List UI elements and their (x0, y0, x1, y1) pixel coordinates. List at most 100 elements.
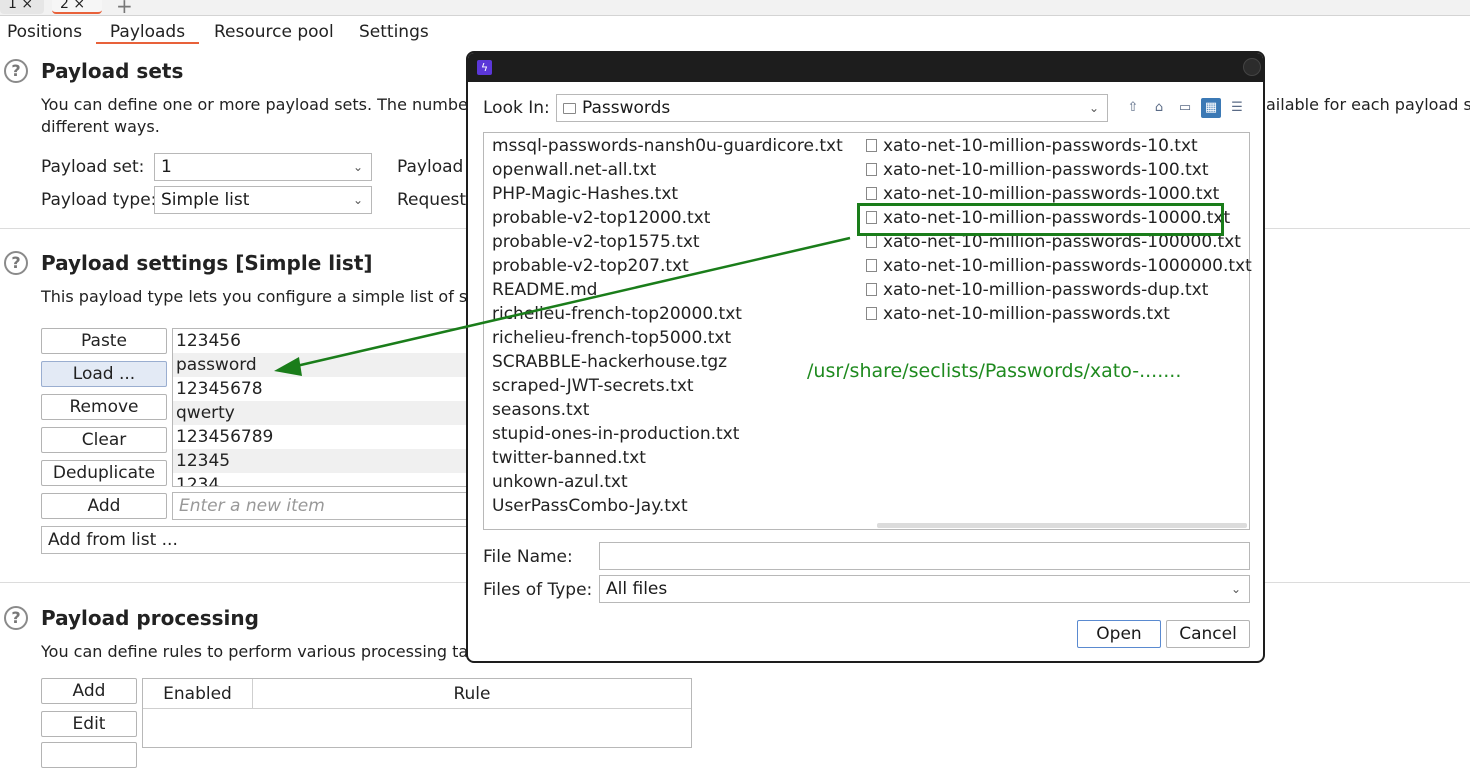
list-item[interactable]: stupid-ones-in-production.txt (492, 422, 843, 446)
payload-settings-desc: This payload type lets you configure a s… (41, 287, 481, 306)
remove-button[interactable]: Remove (41, 394, 167, 420)
request-count-label: Request (397, 190, 467, 210)
list-item[interactable]: qwerty (173, 401, 471, 425)
payload-set-select[interactable]: 1 ⌄ (154, 153, 372, 181)
new-item-input[interactable]: Enter a new item (172, 492, 472, 520)
home-icon[interactable]: ⌂ (1149, 98, 1169, 118)
cancel-button[interactable]: Cancel (1166, 620, 1250, 648)
payload-processing-title: Payload processing (41, 606, 259, 630)
look-in-label: Look In: (483, 98, 550, 118)
list-item[interactable]: README.md (492, 278, 843, 302)
file-name: xato-net-10-million-passwords-10.txt (883, 136, 1198, 156)
list-item[interactable]: password (173, 353, 471, 377)
payload-type-select[interactable]: Simple list ⌄ (154, 186, 372, 214)
file-name: xato-net-10-million-passwords-100.txt (883, 160, 1209, 180)
list-item[interactable]: probable-v2-top12000.txt (492, 206, 843, 230)
file-name-label: File Name: (483, 547, 573, 567)
list-item[interactable]: scraped-JWT-secrets.txt (492, 374, 843, 398)
file-name: xato-net-10-million-passwords-1000.txt (883, 184, 1220, 204)
grid-view-icon[interactable]: ▦ (1201, 98, 1221, 118)
dialog-titlebar[interactable]: ϟ (468, 53, 1263, 82)
payload-processing-desc: You can define rules to perform various … (41, 642, 477, 661)
list-item[interactable]: unkown-azul.txt (492, 470, 843, 494)
list-item[interactable]: 123456 (173, 329, 471, 353)
column-enabled[interactable]: Enabled (143, 679, 253, 709)
list-item[interactable]: xato-net-10-million-passwords-1000000.tx… (866, 254, 1252, 278)
help-icon[interactable]: ? (4, 606, 28, 630)
paste-button[interactable]: Paste (41, 328, 167, 354)
open-button[interactable]: Open (1077, 620, 1161, 648)
chevron-down-icon: ⌄ (352, 193, 363, 207)
add-rule-button[interactable]: Add (41, 678, 137, 704)
list-item[interactable]: xato-net-10-million-passwords-10.txt (866, 134, 1252, 158)
tab-positions[interactable]: Positions (7, 20, 82, 44)
list-item[interactable]: PHP-Magic-Hashes.txt (492, 182, 843, 206)
list-view-icon[interactable]: ☰ (1227, 98, 1247, 118)
payload-type-label: Payload type: (41, 190, 157, 210)
add-button[interactable]: Add (41, 493, 167, 519)
new-folder-icon[interactable]: ▭ (1175, 98, 1195, 118)
files-of-type-label: Files of Type: (483, 580, 593, 600)
chevron-down-icon: ⌄ (352, 160, 363, 174)
list-item[interactable]: probable-v2-top1575.txt (492, 230, 843, 254)
file-list[interactable]: mssql-passwords-nansh0u-guardicore.txt o… (483, 132, 1252, 530)
list-item[interactable]: seasons.txt (492, 398, 843, 422)
payload-type-value: Simple list (161, 190, 250, 210)
file-icon (866, 259, 877, 272)
deduplicate-button[interactable]: Deduplicate (41, 460, 167, 486)
tab-resource-pool[interactable]: Resource pool (214, 20, 334, 44)
look-in-select[interactable]: Passwords ⌄ (556, 94, 1108, 122)
load-button[interactable]: Load ... (41, 361, 167, 387)
tab-settings[interactable]: Settings (359, 20, 429, 44)
list-item[interactable]: 123456789 (173, 425, 471, 449)
list-item[interactable]: probable-v2-top207.txt (492, 254, 843, 278)
list-item[interactable]: xato-net-10-million-passwords-dup.txt (866, 278, 1252, 302)
file-open-dialog[interactable]: ϟ Look In: Passwords ⌄ ⇧ ⌂ ▭ ▦ ☰ mssql-pa… (466, 51, 1265, 663)
edit-rule-button[interactable]: Edit (41, 711, 137, 737)
clear-button[interactable]: Clear (41, 427, 167, 453)
file-icon (866, 235, 877, 248)
top-tab-1[interactable]: 1 × (0, 0, 44, 14)
top-tab-strip (0, 0, 1470, 16)
help-icon[interactable]: ? (4, 251, 28, 275)
folder-icon (563, 103, 576, 114)
rule-button[interactable] (41, 742, 137, 768)
file-icon (866, 139, 877, 152)
add-from-list-select[interactable]: Add from list ... (41, 526, 472, 554)
list-item[interactable]: SCRABBLE-hackerhouse.tgz (492, 350, 843, 374)
file-name: xato-net-10-million-passwords-dup.txt (883, 280, 1209, 300)
payload-sets-desc-2: different ways. (41, 117, 160, 136)
files-of-type-value: All files (606, 579, 668, 599)
rules-table[interactable]: Enabled Rule (142, 678, 692, 748)
list-item[interactable]: 1234 (173, 473, 471, 486)
help-icon[interactable]: ? (4, 59, 28, 83)
list-item[interactable]: UserPassCombo-Jay.txt (492, 494, 843, 518)
list-item[interactable]: openwall.net-all.txt (492, 158, 843, 182)
top-tab-2[interactable]: 2 × (52, 0, 102, 14)
list-item[interactable]: xato-net-10-million-passwords.txt (866, 302, 1252, 326)
file-icon (866, 283, 877, 296)
file-column-1: mssql-passwords-nansh0u-guardicore.txt o… (492, 134, 843, 518)
list-item[interactable]: 12345 (173, 449, 471, 473)
add-tab-icon[interactable]: + (116, 0, 133, 18)
list-item[interactable]: twitter-banned.txt (492, 446, 843, 470)
up-folder-icon[interactable]: ⇧ (1123, 98, 1143, 118)
path-annotation: /usr/share/seclists/Passwords/xato-.....… (807, 360, 1182, 382)
tab-payloads[interactable]: Payloads (96, 20, 199, 44)
list-item[interactable]: 12345678 (173, 377, 471, 401)
list-item[interactable]: mssql-passwords-nansh0u-guardicore.txt (492, 134, 843, 158)
list-item[interactable]: richelieu-french-top5000.txt (492, 326, 843, 350)
list-item[interactable]: xato-net-10-million-passwords-100.txt (866, 158, 1252, 182)
horizontal-scrollbar[interactable] (877, 523, 1247, 528)
list-item[interactable]: richelieu-french-top20000.txt (492, 302, 843, 326)
chevron-down-icon: ⌄ (1230, 582, 1241, 596)
payload-list[interactable]: 123456 password 12345678 qwerty 12345678… (172, 328, 472, 487)
payload-count-label: Payload (397, 157, 464, 177)
file-icon (866, 307, 877, 320)
column-rule[interactable]: Rule (253, 679, 691, 709)
files-of-type-select[interactable]: All files ⌄ (599, 575, 1250, 603)
highlight-box (857, 203, 1224, 236)
close-icon[interactable] (1243, 58, 1261, 76)
file-name-input[interactable] (599, 542, 1250, 570)
app-logo-icon: ϟ (477, 60, 492, 75)
